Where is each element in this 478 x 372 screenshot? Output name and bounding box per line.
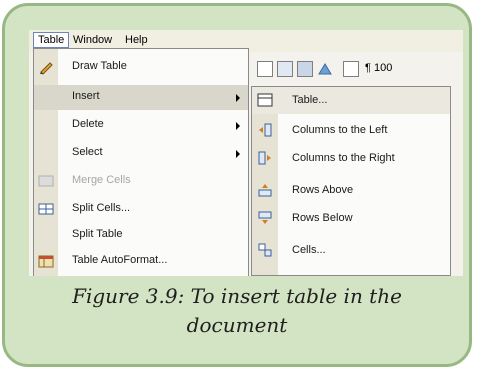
toolbar: ¶ 100 bbox=[251, 58, 463, 80]
merge-cells-icon bbox=[38, 173, 54, 189]
submenu-item-columns-left[interactable]: Columns to the Left bbox=[252, 117, 450, 144]
menu-item-select[interactable]: Select bbox=[34, 141, 248, 166]
menu-item-label: Delete bbox=[72, 118, 104, 130]
columns-icon[interactable] bbox=[297, 61, 313, 77]
menu-item-label: Draw Table bbox=[72, 60, 127, 72]
menu-item-insert[interactable]: Insert bbox=[34, 85, 248, 110]
submenu-item-rows-above[interactable]: Rows Above bbox=[252, 177, 450, 204]
table-grid-icon[interactable] bbox=[257, 61, 273, 77]
split-cells-icon bbox=[38, 201, 54, 217]
insert-submenu: Table... Columns to the Left Columns to … bbox=[251, 86, 451, 276]
columns-right-icon bbox=[257, 150, 273, 166]
submenu-item-label: Rows Above bbox=[292, 184, 354, 196]
submenu-item-label: Rows Below bbox=[292, 212, 353, 224]
submenu-item-label: Table... bbox=[292, 94, 328, 106]
menu-item-label: Split Cells... bbox=[72, 202, 131, 214]
menu-item-table-autoformat[interactable]: Table AutoFormat... bbox=[34, 249, 248, 274]
menu-item-draw-table[interactable]: Draw Table bbox=[34, 55, 248, 80]
menu-item-split-cells[interactable]: Split Cells... bbox=[34, 197, 248, 222]
submenu-item-label: Cells... bbox=[292, 244, 326, 256]
submenu-item-rows-below[interactable]: Rows Below bbox=[252, 205, 450, 232]
zoom-readout: ¶ 100 bbox=[365, 62, 393, 74]
rows-below-icon bbox=[257, 210, 273, 226]
submenu-arrow-icon bbox=[236, 122, 240, 130]
menu-item-label: Insert bbox=[72, 90, 100, 102]
menu-item-label: Table AutoFormat... bbox=[72, 254, 168, 266]
pencil-icon bbox=[38, 59, 54, 75]
menu-item-split-table[interactable]: Split Table bbox=[34, 223, 248, 248]
menu-item-label: Merge Cells bbox=[72, 174, 131, 186]
submenu-item-label: Columns to the Left bbox=[292, 124, 388, 136]
menu-item-label: Split Table bbox=[72, 228, 123, 240]
submenu-item-columns-right[interactable]: Columns to the Right bbox=[252, 145, 450, 172]
menu-table[interactable]: Table bbox=[33, 32, 70, 48]
table-autoformat-icon bbox=[38, 253, 54, 269]
drawing-icon[interactable] bbox=[317, 61, 333, 77]
table-icon bbox=[257, 92, 273, 108]
caption-line-1: Figure 3.9: To insert table in the bbox=[72, 284, 402, 308]
submenu-item-table[interactable]: Table... bbox=[252, 87, 450, 114]
submenu-arrow-icon bbox=[236, 94, 240, 102]
screenshot: Table Window Help ¶ 100 Draw Table Inser… bbox=[29, 30, 463, 276]
insert-table-icon[interactable] bbox=[277, 61, 293, 77]
menu-help[interactable]: Help bbox=[121, 32, 152, 48]
submenu-item-label: Columns to the Right bbox=[292, 152, 395, 164]
table-menu-dropdown: Draw Table Insert Delete Select Merge Ce… bbox=[33, 48, 249, 276]
menu-item-delete[interactable]: Delete bbox=[34, 113, 248, 138]
rows-above-icon bbox=[257, 182, 273, 198]
menu-item-label: Select bbox=[72, 146, 103, 158]
submenu-item-cells[interactable]: Cells... bbox=[252, 237, 450, 264]
submenu-arrow-icon bbox=[236, 150, 240, 158]
figure-caption: Figure 3.9: To insert table in the docum… bbox=[5, 282, 469, 340]
menu-item-merge-cells: Merge Cells bbox=[34, 169, 248, 194]
cells-icon bbox=[257, 242, 273, 258]
document-map-icon[interactable] bbox=[343, 61, 359, 77]
menu-window[interactable]: Window bbox=[69, 32, 116, 48]
caption-line-2: document bbox=[186, 313, 288, 337]
figure-frame: Table Window Help ¶ 100 Draw Table Inser… bbox=[2, 3, 472, 367]
columns-left-icon bbox=[257, 122, 273, 138]
